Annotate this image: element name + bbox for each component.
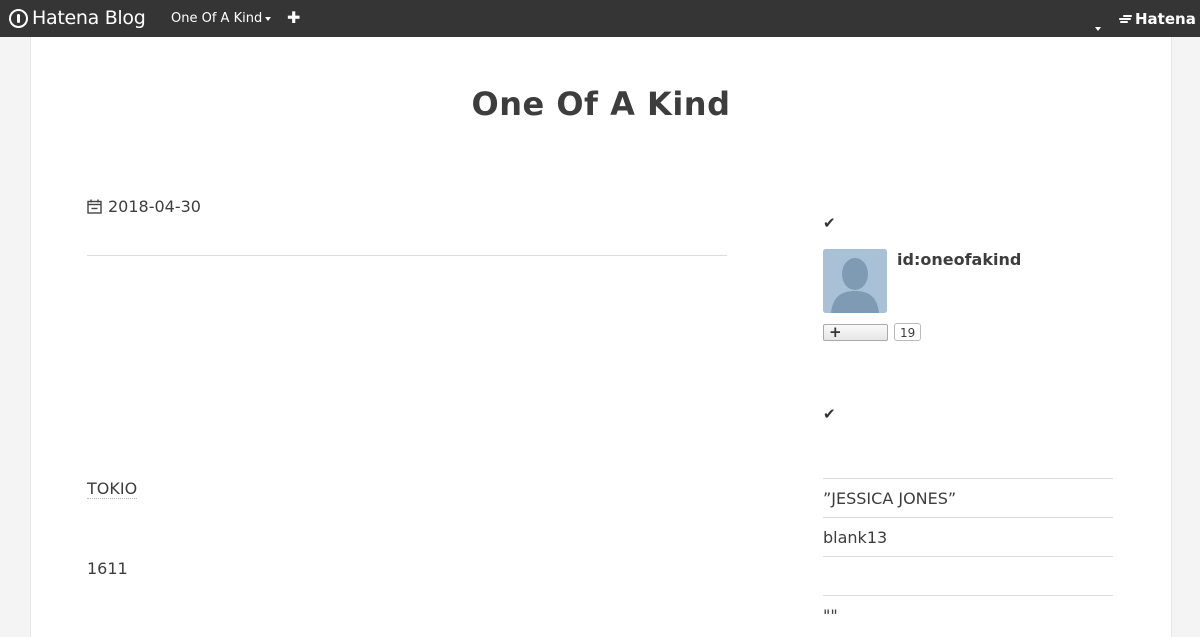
user-menu-toggle[interactable] (1095, 16, 1101, 35)
plus-icon: ✚ (287, 8, 301, 27)
follower-count: 19 (894, 323, 922, 341)
user-silhouette-icon (823, 249, 887, 313)
entry-date[interactable]: 2018-04-30 (87, 197, 201, 216)
recent-entries-list: ”JESSICA JONES” blank13 "" (823, 478, 1113, 634)
entry-divider (87, 255, 727, 256)
profile-id[interactable]: id:oneofakind (897, 250, 1021, 269)
entry-link-text: TOKIO (87, 479, 138, 499)
list-item[interactable]: ”JESSICA JONES” (823, 478, 1113, 517)
blog-name-label: One Of A Kind (171, 11, 263, 26)
chevron-down-icon (265, 16, 272, 21)
blog-title[interactable]: One Of A Kind (31, 85, 1171, 123)
list-item[interactable]: "" (823, 595, 1113, 634)
entry-link-tokio[interactable]: TOKIO (87, 479, 138, 499)
check-icon: ✔ (823, 214, 836, 232)
hatena-blog-logo[interactable]: Hatena Blog (9, 6, 146, 30)
logo-text: Hatena Blog (32, 7, 146, 29)
list-item[interactable]: blank13 (823, 517, 1113, 556)
follow-button[interactable]: + (823, 323, 888, 341)
plus-icon: + (829, 323, 842, 341)
hatena-link[interactable]: Hatena (1118, 10, 1196, 28)
check-icon: ✔ (823, 405, 836, 423)
hatena-logo-icon (9, 8, 28, 28)
blog-name-menu[interactable]: One Of A Kind (171, 11, 272, 26)
list-item-label: ”JESSICA JONES” (823, 488, 957, 508)
entry-number-text: 1611 (87, 559, 128, 578)
add-entry-button[interactable]: ✚ (287, 8, 300, 27)
list-item-label: blank13 (823, 527, 888, 547)
list-item[interactable] (823, 556, 1113, 595)
blog-container: One Of A Kind 2018-04-30 TOKIO 1611 ✔ id… (30, 37, 1172, 637)
chevron-down-icon (1095, 27, 1101, 31)
hatena-text: Hatena (1135, 10, 1196, 28)
entry-date-text: 2018-04-30 (108, 197, 201, 216)
avatar[interactable] (823, 249, 887, 313)
calendar-icon (87, 199, 102, 214)
hatena-mark-icon (1118, 14, 1132, 24)
list-item-label: "" (823, 605, 838, 625)
global-header: Hatena Blog One Of A Kind ✚ Hatena (0, 0, 1200, 37)
